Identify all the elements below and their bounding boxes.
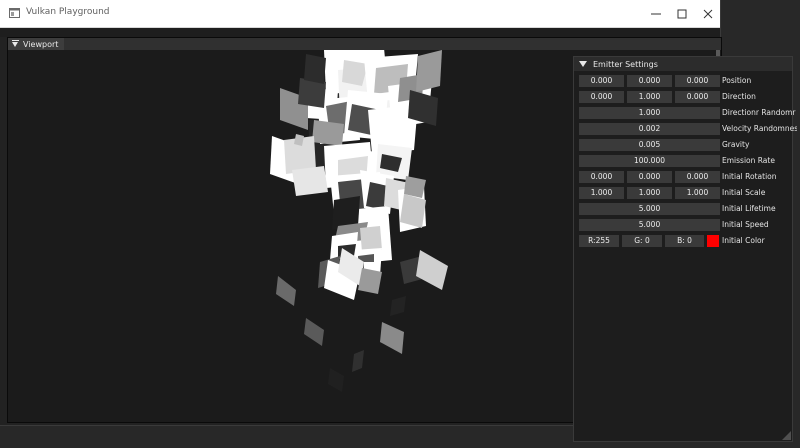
viewport-tab-label: Viewport — [23, 39, 59, 49]
color-b-field[interactable]: B: 0 — [665, 235, 704, 247]
initial-rotation-z-field[interactable]: 0.000 — [675, 171, 720, 183]
direction-x-field[interactable]: 0.000 — [579, 91, 624, 103]
color-r-field[interactable]: R:255 — [579, 235, 619, 247]
direction-label: Direction — [722, 92, 756, 101]
initial-lifetime-label: Initial Lifetime — [722, 204, 776, 213]
collapse-triangle-icon[interactable] — [579, 61, 587, 67]
direction-randomness-label: Directionr Randomr — [722, 108, 796, 117]
title-bar[interactable]: Vulkan Playground — [0, 0, 720, 28]
direction-randomness-field[interactable]: 1.000 — [579, 107, 720, 119]
color-g-field[interactable]: G: 0 — [622, 235, 662, 247]
initial-scale-x-field[interactable]: 1.000 — [579, 187, 624, 199]
initial-rotation-x-field[interactable]: 0.000 — [579, 171, 624, 183]
window-title: Vulkan Playground — [26, 7, 110, 17]
minimize-icon — [651, 13, 661, 14]
color-swatch-button[interactable] — [707, 235, 719, 247]
viewport-header: Viewport — [8, 38, 721, 50]
panel-title: Emitter Settings — [593, 59, 658, 69]
minimize-button[interactable] — [642, 0, 670, 27]
position-y-field[interactable]: 0.000 — [627, 75, 672, 87]
emitter-settings-panel[interactable]: Emitter Settings 0.000 0.000 0.000 Posit… — [573, 56, 797, 442]
initial-scale-y-field[interactable]: 1.000 — [627, 187, 672, 199]
direction-z-field[interactable]: 0.000 — [675, 91, 720, 103]
emission-rate-field[interactable]: 100.000 — [579, 155, 720, 167]
initial-rotation-label: Initial Rotation — [722, 172, 777, 181]
emission-rate-label: Emission Rate — [722, 156, 775, 165]
velocity-randomness-field[interactable]: 0.002 — [579, 123, 720, 135]
initial-rotation-y-field[interactable]: 0.000 — [627, 171, 672, 183]
position-z-field[interactable]: 0.000 — [675, 75, 720, 87]
direction-y-field[interactable]: 1.000 — [627, 91, 672, 103]
initial-scale-label: Initial Scale — [722, 188, 766, 197]
close-icon — [703, 9, 713, 18]
gravity-field[interactable]: 0.005 — [579, 139, 720, 151]
gravity-label: Gravity — [722, 140, 750, 149]
maximize-button[interactable] — [668, 0, 696, 27]
close-button[interactable] — [694, 0, 722, 27]
viewport-tab[interactable]: Viewport — [8, 38, 65, 50]
position-x-field[interactable]: 0.000 — [579, 75, 624, 87]
resize-grip[interactable] — [782, 431, 791, 440]
maximize-icon — [677, 9, 687, 18]
initial-speed-field[interactable]: 5.000 — [579, 219, 720, 231]
initial-lifetime-field[interactable]: 5.000 — [579, 203, 720, 215]
panel-header[interactable]: Emitter Settings — [574, 57, 792, 71]
initial-speed-label: Initial Speed — [722, 220, 769, 229]
collapse-triangle-icon[interactable] — [11, 39, 19, 47]
app-window-icon — [9, 8, 20, 18]
menu-bar — [0, 28, 720, 37]
velocity-randomness-label: Velocity Randomnes — [722, 124, 797, 133]
particle-quads — [270, 50, 448, 392]
initial-color-label: Initial Color — [722, 236, 765, 245]
position-label: Position — [722, 76, 752, 85]
initial-scale-z-field[interactable]: 1.000 — [675, 187, 720, 199]
